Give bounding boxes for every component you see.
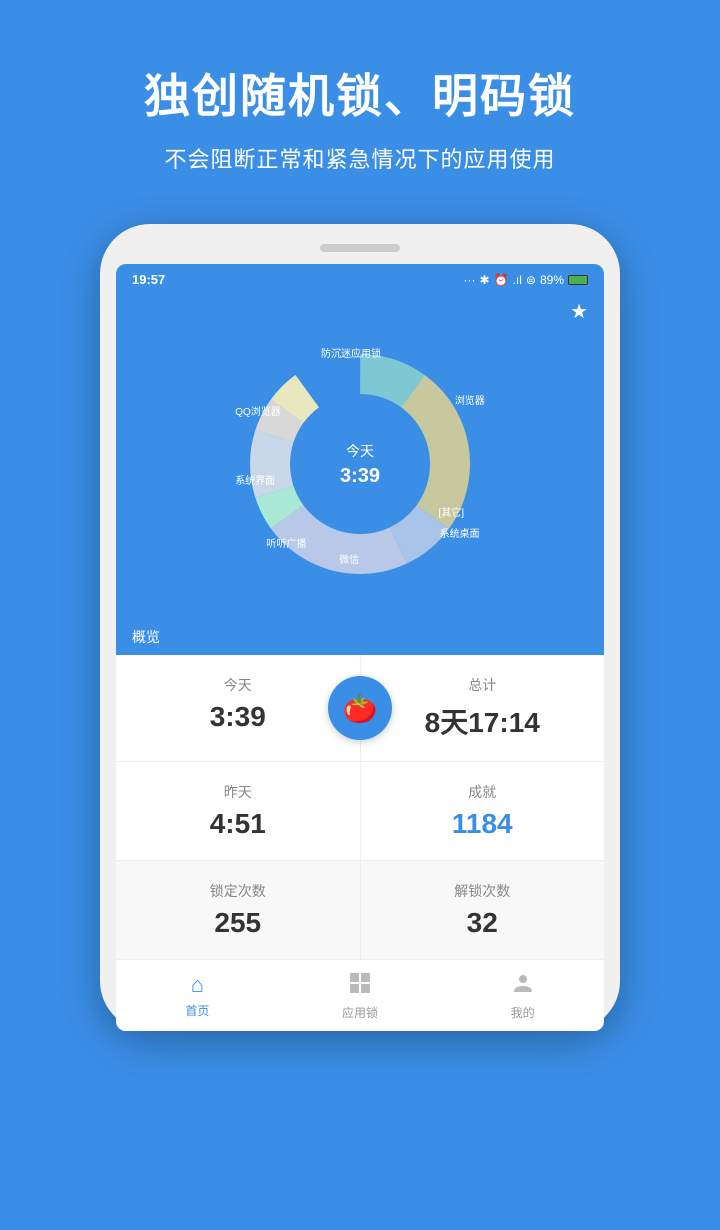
lock-count-stat: 锁定次数 255: [116, 861, 361, 959]
center-label-text: 今天: [346, 443, 374, 459]
bluetooth-icon: ···: [464, 273, 476, 287]
unlock-count-label: 解锁次数: [371, 881, 595, 901]
center-time-text: 3:39: [340, 465, 380, 487]
wifi-icon: ⊜: [526, 273, 536, 287]
share-icon[interactable]: ★: [570, 299, 588, 324]
phone-mockup: 19:57 ··· ✱ ⏰ .ıl ⊜ 89% ★: [100, 224, 620, 1031]
lock-count-label: 锁定次数: [126, 881, 350, 901]
donut-wrapper: 今天 3:39 防沉迷应用锁 浏览器 QQ浏览器 系统界面 听听广播 微信 [其…: [230, 334, 490, 599]
donut-hole: [292, 396, 428, 532]
status-bar: 19:57 ··· ✱ ⏰ .ıl ⊜ 89%: [116, 264, 604, 295]
status-icons: ··· ✱ ⏰ .ıl ⊜ 89%: [464, 273, 588, 287]
label-system-ui: 系统界面: [235, 472, 275, 487]
phone-screen: 19:57 ··· ✱ ⏰ .ıl ⊜ 89% ★: [116, 264, 604, 1031]
home-icon: ⌂: [191, 972, 204, 998]
total-label: 总计: [371, 675, 595, 695]
tomato-button[interactable]: 🍅: [328, 676, 392, 740]
total-value: 8天17:14: [371, 701, 595, 741]
yesterday-label: 昨天: [126, 782, 350, 802]
status-time: 19:57: [132, 272, 165, 287]
label-qq: QQ浏览器: [235, 403, 281, 418]
subtitle: 不会阻断正常和紧急情况下的应用使用: [40, 142, 680, 174]
unlock-count-value: 32: [371, 907, 595, 939]
nav-home[interactable]: ⌂ 首页: [116, 960, 279, 1031]
bluetooth-icon2: ✱: [480, 273, 490, 287]
achievement-value: 1184: [371, 808, 595, 840]
label-antiaddiction: 防沉迷应用锁: [321, 345, 381, 360]
battery-text: 89%: [540, 273, 564, 287]
battery-icon: [568, 275, 588, 285]
phone-speaker: [320, 244, 400, 252]
label-browser: 浏览器: [455, 392, 485, 407]
lock-count-value: 255: [126, 907, 350, 939]
today-label: 今天: [126, 675, 350, 695]
yesterday-value: 4:51: [126, 808, 350, 840]
donut-chart: 今天 3:39: [230, 334, 490, 594]
achievement-stat: 成就 1184: [361, 762, 605, 860]
nav-mine-label: 我的: [511, 1004, 535, 1021]
nav-mine[interactable]: 我的: [441, 960, 604, 1031]
achievement-label: 成就: [371, 782, 595, 802]
stats-top-row: 今天 3:39 🍅 总计 8天17:14: [116, 655, 604, 762]
unlock-count-stat: 解锁次数 32: [361, 861, 605, 959]
bottom-nav: ⌂ 首页 应用锁: [116, 959, 604, 1031]
label-other: [其它]: [438, 504, 464, 519]
label-desktop: 系统桌面: [440, 525, 480, 540]
stats-bottom-row: 昨天 4:51 成就 1184: [116, 762, 604, 861]
today-stat: 今天 3:39: [116, 655, 361, 761]
screen-header: ★: [116, 295, 604, 324]
today-value: 3:39: [126, 701, 350, 733]
alarm-icon: ⏰: [494, 273, 509, 287]
label-radio: 听听广播: [266, 535, 306, 550]
stats-area: 今天 3:39 🍅 总计 8天17:14 昨天: [116, 655, 604, 1031]
nav-applock-label: 应用锁: [342, 1004, 378, 1021]
label-wechat: 微信: [339, 551, 359, 566]
nav-applock[interactable]: 应用锁: [279, 960, 442, 1031]
mine-icon: [512, 972, 534, 1000]
nav-home-label: 首页: [185, 1002, 209, 1019]
signal-icon: .ıl: [513, 273, 522, 287]
main-title: 独创随机锁、明码锁: [40, 60, 680, 126]
yesterday-stat: 昨天 4:51: [116, 762, 361, 860]
hero-section: 独创随机锁、明码锁 不会阻断正常和紧急情况下的应用使用: [0, 0, 720, 204]
stats-lock-row: 锁定次数 255 解锁次数 32: [116, 861, 604, 959]
tab-overview[interactable]: 概览: [116, 619, 604, 655]
applock-icon: [349, 972, 371, 1000]
chart-area: 今天 3:39 防沉迷应用锁 浏览器 QQ浏览器 系统界面 听听广播 微信 [其…: [116, 324, 604, 619]
total-stat: 总计 8天17:14: [361, 655, 605, 761]
